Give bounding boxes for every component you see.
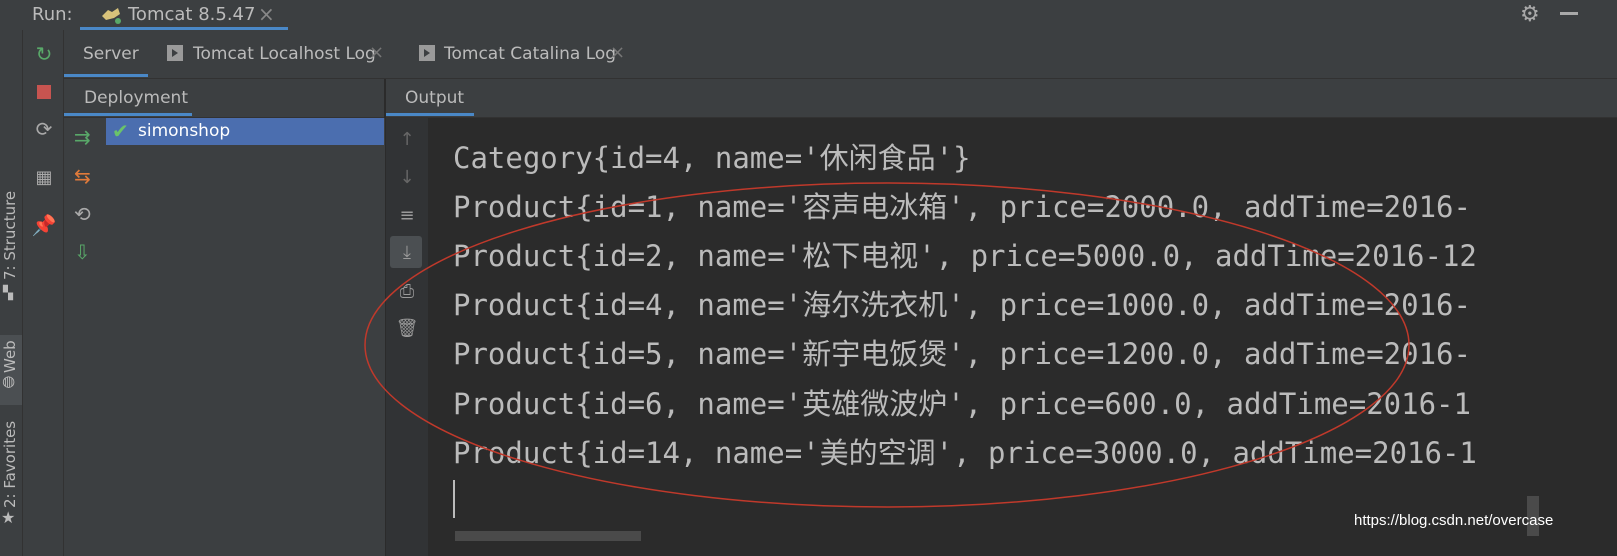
tab-tomcat-catalina-log[interactable]: Tomcat Catalina Log [444, 44, 616, 64]
tool-tab-structure-label: 7: Structure [1, 190, 19, 280]
deployment-item-label: simonshop [138, 121, 231, 141]
run-label: Run: [32, 4, 73, 25]
web-globe-icon: ◍ [2, 372, 16, 390]
tool-tab-web-label: Web [1, 340, 19, 373]
up-arrow-icon[interactable]: ↑ [396, 128, 418, 150]
annotation-ellipse [364, 182, 1410, 508]
tab-server[interactable]: Server [83, 44, 139, 64]
tab-close-icon[interactable]: × [610, 42, 625, 63]
watermark: https://blog.csdn.net/overcase [1354, 512, 1554, 529]
console-line: Category{id=4, name='休闲食品'} [453, 141, 971, 175]
run-tab-close-icon[interactable]: × [258, 2, 275, 26]
minimize-icon[interactable] [1560, 12, 1578, 15]
log-console-icon [419, 45, 435, 61]
deployment-list [106, 118, 386, 556]
deploy-artifact-icon[interactable]: ⇩ [74, 240, 91, 264]
update-icon[interactable]: ⟳ [32, 117, 56, 141]
tab-tomcat-localhost-log[interactable]: Tomcat Localhost Log [193, 44, 376, 64]
structure-icon: ▚ [3, 286, 13, 301]
tool-tab-structure[interactable]: 7: Structure [0, 190, 22, 292]
tomcat-icon [102, 8, 121, 24]
tab-close-icon[interactable]: × [369, 42, 384, 63]
rerun-icon[interactable]: ↻ [32, 42, 56, 66]
output-header [386, 79, 1617, 118]
horizontal-scrollbar[interactable] [455, 531, 641, 541]
tool-tab-web[interactable]: Web [0, 335, 22, 405]
right-edge [1540, 30, 1617, 556]
run-side-toolbar [23, 30, 64, 556]
stop-icon[interactable] [32, 80, 56, 104]
undeploy-icon[interactable]: ⇆ [74, 164, 91, 188]
deploy-all-icon[interactable]: ⇉ [74, 125, 91, 149]
deployment-tab-underline [64, 113, 192, 116]
log-console-icon [167, 45, 183, 61]
output-tab[interactable]: Output [405, 88, 464, 108]
run-tab-label: Tomcat 8.5.47 [128, 4, 256, 25]
star-icon: ★ [1, 508, 16, 527]
tab-server-underline [64, 74, 148, 77]
layout-icon[interactable]: ▦ [32, 165, 56, 189]
tool-tab-favorites[interactable]: 2: Favorites [0, 420, 22, 520]
pin-icon[interactable]: 📌 [32, 213, 57, 237]
redeploy-icon[interactable]: ⟲ [74, 202, 91, 226]
tool-tab-favorites-label: 2: Favorites [1, 420, 19, 508]
output-tab-underline [386, 113, 474, 116]
deployment-tab[interactable]: Deployment [84, 88, 188, 108]
gear-icon[interactable]: ⚙ [1520, 2, 1540, 27]
check-icon: ✔ [112, 119, 129, 143]
